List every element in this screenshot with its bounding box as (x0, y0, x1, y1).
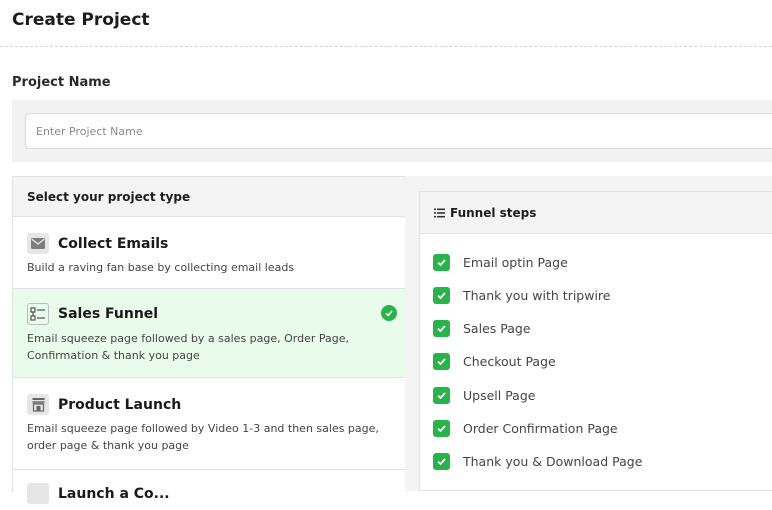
store-icon (27, 394, 49, 415)
project-type-sales-funnel[interactable]: Sales Funnel Email squeeze page followed… (13, 289, 405, 378)
project-type-description: Build a raving fan base by collecting em… (27, 261, 295, 274)
checkbox-checked-icon[interactable] (433, 452, 450, 470)
funnel-step-row[interactable]: Sales Page (433, 318, 531, 338)
funnel-step-label: Upsell Page (463, 387, 536, 403)
checkbox-checked-icon[interactable] (433, 253, 450, 271)
funnel-flow-icon (27, 303, 49, 325)
project-type-title: Collect Emails (58, 235, 169, 252)
funnel-step-row[interactable]: Order Confirmation Page (433, 418, 618, 438)
funnel-steps-title: Funnel steps (450, 205, 537, 220)
funnel-step-row[interactable]: Checkout Page (433, 351, 556, 371)
page-title: Create Project (12, 10, 150, 30)
checkbox-checked-icon[interactable] (433, 286, 450, 304)
funnel-step-label: Email optin Page (463, 254, 568, 270)
funnel-step-label: Thank you & Download Page (463, 453, 643, 469)
funnel-step-label: Order Confirmation Page (463, 420, 618, 436)
funnel-steps-header: Funnel steps (420, 192, 772, 234)
project-name-input[interactable] (25, 113, 772, 149)
project-type-collect-emails[interactable]: Collect Emails Build a raving fan base b… (13, 217, 405, 289)
project-type-launch[interactable]: Launch a Co... (13, 470, 405, 510)
project-type-title: Sales Funnel (58, 306, 159, 322)
checkbox-checked-icon[interactable] (433, 419, 450, 437)
funnel-step-row[interactable]: Thank you & Download Page (433, 451, 642, 471)
checkbox-checked-icon[interactable] (433, 319, 450, 337)
checkbox-checked-icon[interactable] (433, 352, 450, 370)
selected-check-icon (381, 305, 397, 321)
project-type-product-launch[interactable]: Product Launch Email squeeze page follow… (13, 378, 405, 470)
funnel-steps-area: Funnel steps Email optin Page Thank you … (405, 176, 772, 491)
project-name-label: Project Name (12, 75, 111, 90)
funnel-step-label: Sales Page (463, 320, 531, 336)
page-icon (27, 483, 49, 504)
project-type-description: Email squeeze page followed by Video 1-3… (27, 422, 379, 452)
funnel-step-row[interactable]: Upsell Page (433, 385, 535, 405)
list-icon (434, 208, 445, 217)
checkbox-checked-icon[interactable] (433, 386, 450, 404)
project-type-title: Product Launch (58, 396, 182, 413)
funnel-steps-box: Funnel steps Email optin Page Thank you … (419, 191, 772, 491)
project-name-container (12, 100, 772, 162)
funnel-step-row[interactable]: Thank you with tripwire (433, 285, 611, 305)
funnel-step-row[interactable]: Email optin Page (433, 252, 568, 272)
envelope-icon (27, 233, 49, 254)
funnel-step-label: Thank you with tripwire (463, 287, 611, 303)
project-type-description: Email squeeze page followed by a sales p… (27, 332, 350, 362)
project-type-panel: Select your project type Collect Emails … (12, 176, 406, 504)
page-header: Create Project (0, 0, 772, 47)
project-type-title: Launch a Co... (58, 485, 170, 502)
funnel-step-label: Checkout Page (463, 353, 556, 369)
project-type-header: Select your project type (13, 177, 405, 217)
